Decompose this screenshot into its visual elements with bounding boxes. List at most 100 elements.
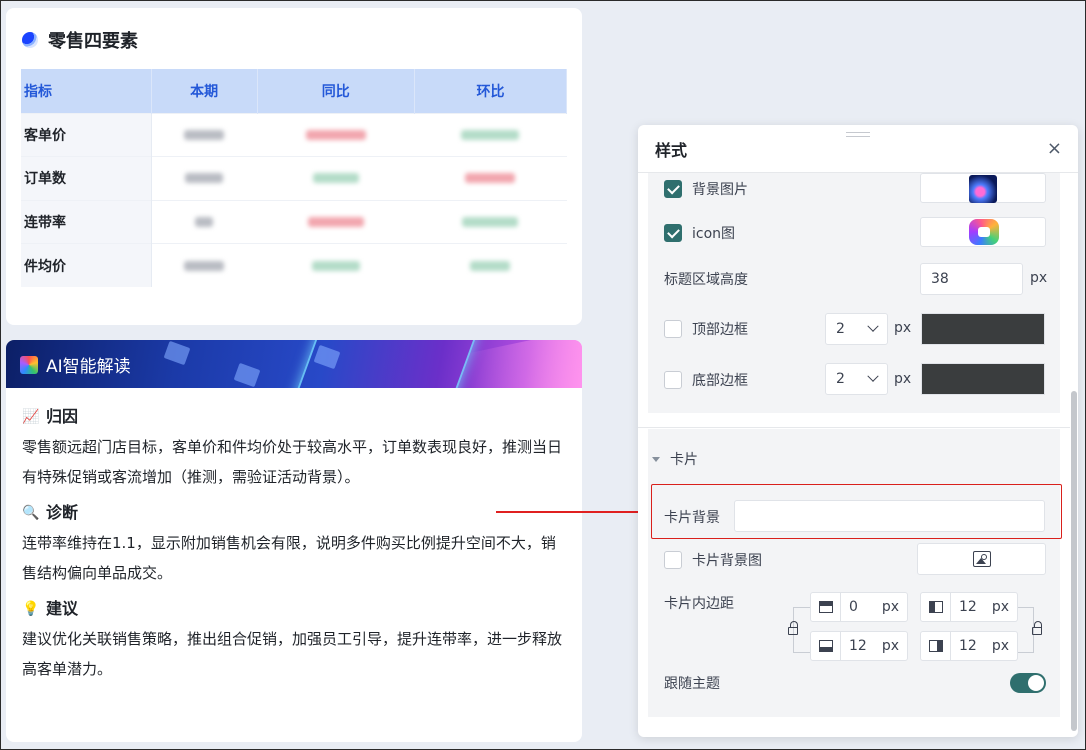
ai-insight-card: AI智能解读 📈 归因 零售额远超门店目标，客单价和件均价处于较高水平，订单数表… [6,340,582,742]
card-section-title: 卡片 [670,452,698,468]
retail-card-header: 零售四要素 [22,28,138,52]
icon-image-label: icon图 [692,226,736,242]
dot-icon [22,32,38,48]
title-height-row: 标题区域高度 [664,269,748,289]
title-height-input[interactable]: 38 [920,263,1023,295]
card-section-toggle[interactable]: 卡片 [652,449,698,469]
card-bg-image-checkbox[interactable] [664,551,682,569]
blurred-cell [414,112,567,157]
magnifier-icon: 🔍 [22,505,40,521]
banner-decoration [466,340,582,388]
bg-image-checkbox[interactable] [664,180,682,198]
card-bg-image-row: 卡片背景图 [664,550,762,570]
icon-image-checkbox[interactable] [664,224,682,242]
bottom-border-row: 底部边框 [664,370,748,390]
padding-right-unit: px [991,638,1009,654]
padding-left-unit: px [991,599,1009,615]
top-border-width-value: 2 [836,321,845,337]
blurred-cell [257,156,415,200]
row-label: 连带率 [21,199,152,244]
padding-top-input[interactable]: 0 px [810,592,908,622]
padding-bottom-value: 12 [849,638,867,654]
bottom-border-color-swatch[interactable] [921,363,1045,395]
lightbulb-icon: 💡 [22,601,40,617]
ai-banner: AI智能解读 [6,340,582,388]
ai-card-title: AI智能解读 [46,357,131,377]
padding-left-icon [921,592,951,622]
follow-theme-row: 跟随主题 [664,673,720,693]
padding-top-value: 0 [849,599,858,615]
blurred-cell [414,199,567,244]
row-label: 订单数 [21,156,152,200]
top-border-color-swatch[interactable] [921,313,1045,345]
unlock-icon[interactable] [788,621,798,635]
blurred-cell [151,199,258,244]
section-heading: 📈 归因 [22,404,566,430]
close-icon[interactable]: × [1047,138,1062,159]
padding-bottom-unit: px [881,638,899,654]
padding-bottom-input[interactable]: 12 px [810,631,908,661]
ai-card-header: AI智能解读 [20,352,131,377]
section-divider [638,427,1070,428]
padding-right-icon [921,631,951,661]
padding-top-icon [811,592,841,622]
col-header-metric: 指标 [21,69,152,113]
style-panel: 样式 × 背景图片 icon图 标题区域高度 38 px 顶部边框 2 px 底… [638,125,1078,737]
section-text: 零售额远超门店目标，客单价和件均价处于较高水平，订单数表现良好，推测当日有特殊促… [22,438,563,486]
bottom-border-unit: px [894,371,912,387]
blurred-cell [414,156,567,200]
row-label: 件均价 [21,243,152,287]
table-row: 连带率 [21,199,567,244]
copilot-icon [969,219,999,245]
padding-right-value: 12 [959,638,977,654]
bottom-border-width-select[interactable]: 2 [825,363,888,395]
bg-image-label: 背景图片 [692,182,748,198]
col-header-current: 本期 [151,69,258,113]
padding-right-input[interactable]: 12 px [920,631,1018,661]
retail-card-title: 零售四要素 [48,31,138,52]
section-heading: 💡 建议 [22,596,566,622]
bottom-border-width-value: 2 [836,371,845,387]
row-label: 客单价 [21,112,152,157]
top-border-label: 顶部边框 [692,322,748,338]
card-padding-label: 卡片内边距 [664,596,734,612]
card-padding-row: 卡片内边距 [664,593,734,613]
blurred-cell [151,156,258,200]
blurred-cell [151,243,258,287]
icon-image-row: icon图 [664,223,735,243]
section-heading: 🔍 诊断 [22,500,566,526]
annotation-highlight-box [651,484,1062,539]
col-header-mom: 环比 [414,69,568,113]
blurred-cell [257,243,415,287]
banner-decoration [233,362,261,388]
image-icon [973,551,991,567]
table-row: 客单价 [21,112,567,157]
card-bg-image-picker[interactable] [917,543,1046,575]
ai-logo-icon [20,355,38,374]
table-row: 件均价 [21,243,567,287]
bg-image-thumbnail [969,175,997,203]
panel-scrollbar-thumb[interactable] [1071,391,1077,731]
bg-image-picker[interactable] [920,173,1046,203]
padding-left-input[interactable]: 12 px [920,592,1018,622]
top-border-checkbox[interactable] [664,320,682,338]
top-border-row: 顶部边框 [664,319,748,339]
section-heading-text: 诊断 [46,503,79,522]
chevron-down-icon [867,320,879,332]
section-text: 建议优化关联销售策略，推出组合促销，加强员工引导，提升连带率，进一步释放高客单潜… [22,630,563,678]
icon-image-picker[interactable] [920,217,1046,247]
title-height-label: 标题区域高度 [664,272,748,288]
section-heading-text: 归因 [46,407,79,426]
padding-bottom-icon [811,631,841,661]
drag-handle-icon[interactable] [846,132,870,137]
section-heading-text: 建议 [46,599,79,618]
top-border-width-select[interactable]: 2 [825,313,888,345]
chevron-down-icon [867,370,879,382]
table-header-row: 指标 本期 同比 环比 [21,69,568,113]
follow-theme-toggle[interactable] [1010,673,1046,693]
unlock-icon[interactable] [1032,621,1042,635]
chart-up-icon: 📈 [22,409,40,425]
bottom-border-checkbox[interactable] [664,371,682,389]
top-border-unit: px [894,320,912,336]
annotation-arrow-line [496,511,646,513]
